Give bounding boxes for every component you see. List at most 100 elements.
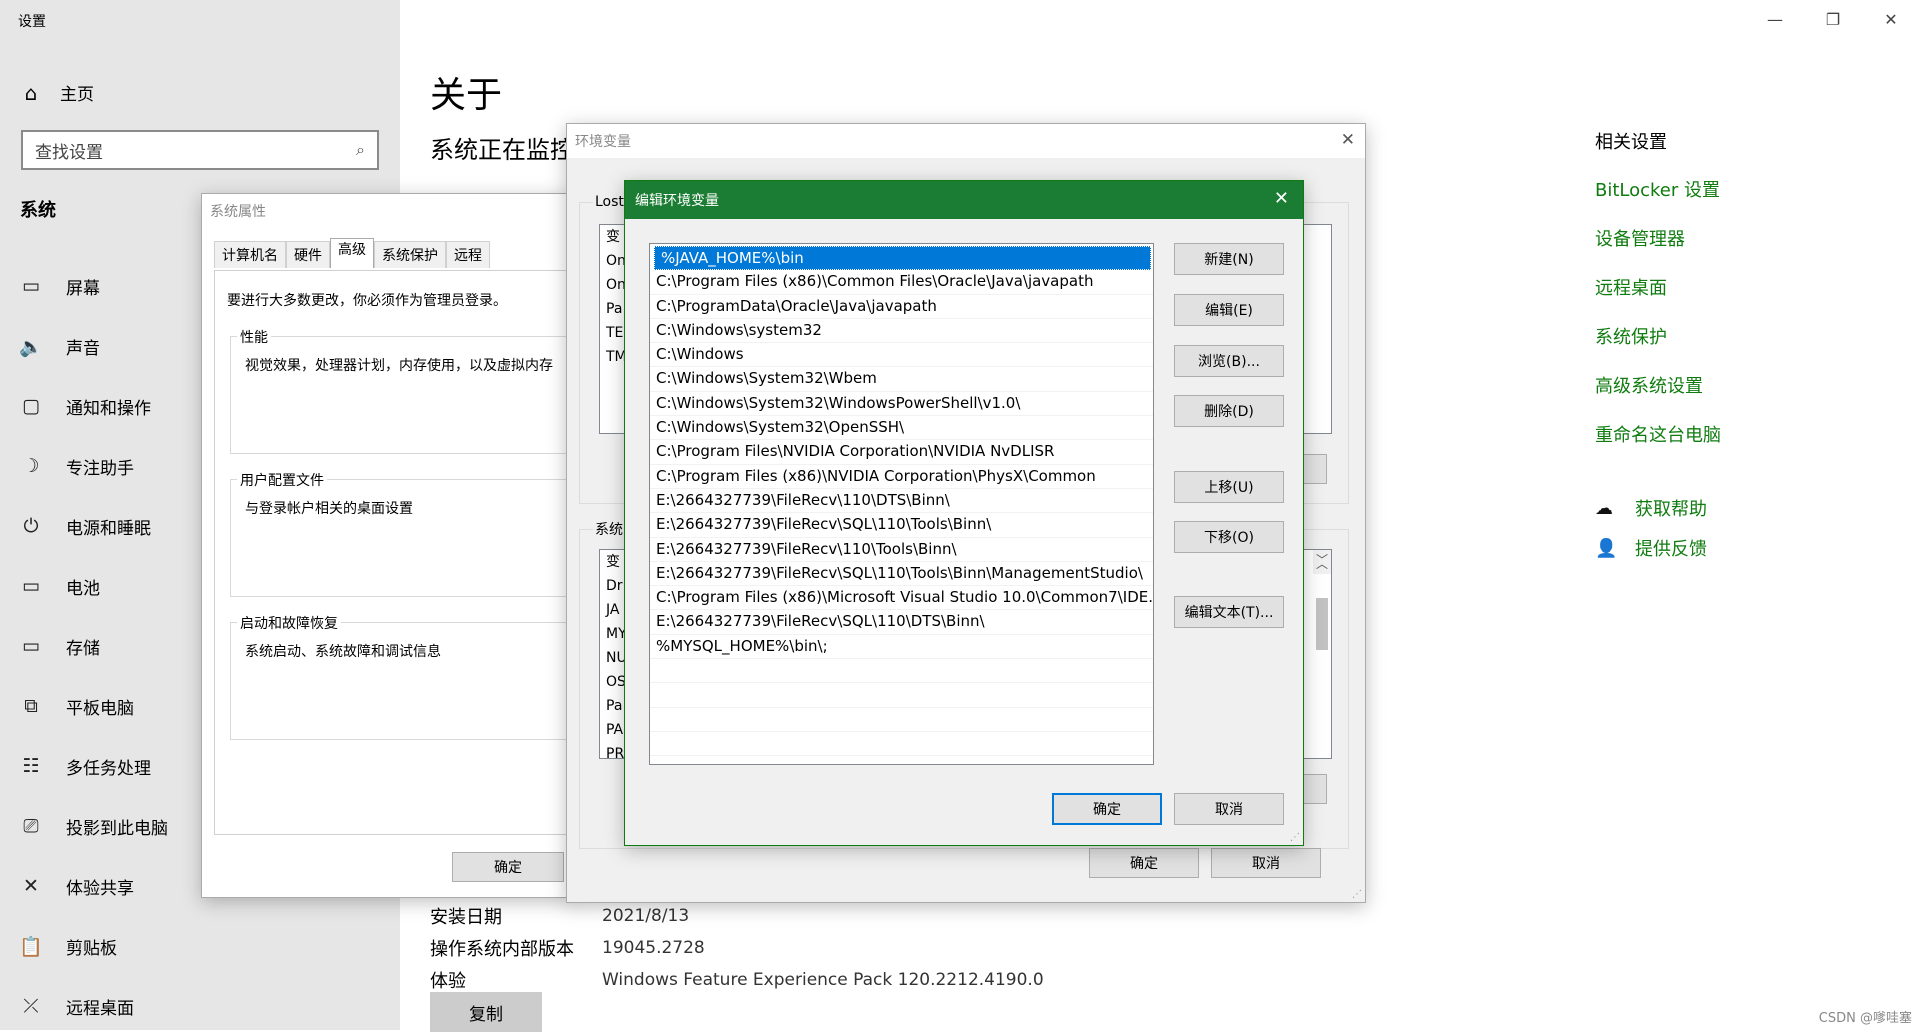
path-row[interactable]: C:\Windows\System32\OpenSSH\: [650, 416, 1153, 441]
minimize-icon[interactable]: —: [1746, 0, 1804, 38]
sidebar-item-label: 投影到此电脑: [66, 818, 168, 839]
related-link[interactable]: 重命名这台电脑: [1595, 409, 1721, 458]
move-up-button[interactable]: 上移(U): [1174, 471, 1284, 503]
copy-button[interactable]: 复制: [430, 992, 542, 1032]
path-row[interactable]: C:\Windows\system32: [650, 319, 1153, 344]
clipboard-icon: 📋: [19, 935, 43, 958]
monitor-text: 系统正在监控: [430, 136, 574, 164]
close-icon[interactable]: ✕: [1341, 130, 1355, 150]
scroll-thumb[interactable]: [1316, 598, 1328, 650]
edit-button[interactable]: 编辑(E): [1174, 294, 1284, 326]
search-input[interactable]: 查找设置 ⌕: [21, 130, 379, 170]
sidebar-item[interactable]: ☽ 专注助手: [18, 436, 168, 496]
sidebar-item[interactable]: ▢ 通知和操作: [18, 376, 168, 436]
path-row[interactable]: C:\Windows\System32\Wbem: [650, 367, 1153, 392]
path-row[interactable]: C:\Program Files (x86)\NVIDIA Corporatio…: [650, 465, 1153, 489]
help-link[interactable]: 👤 提供反馈: [1595, 528, 1707, 568]
window-controls: — ❐ ✕: [1746, 0, 1920, 38]
empty-row[interactable]: [650, 683, 1153, 708]
sidebar-item[interactable]: ▭ 电池: [18, 556, 168, 616]
sidebar-item[interactable]: ⏻ 电源和睡眠: [18, 496, 168, 556]
new-button[interactable]: 新建(N): [1174, 243, 1284, 275]
power-icon: ⏻: [23, 515, 39, 537]
path-row[interactable]: E:\2664327739\FileRecv\110\DTS\Binn\: [650, 489, 1153, 514]
multitask-icon: ☷: [22, 755, 40, 777]
related-link[interactable]: 系统保护: [1595, 311, 1721, 360]
path-row[interactable]: C:\ProgramData\Oracle\Java\javapath: [650, 295, 1153, 319]
group-startup-recovery: 启动和故障恢复 系统启动、系统故障和调试信息: [230, 613, 570, 740]
related-link[interactable]: 高级系统设置: [1595, 360, 1721, 409]
section-label: 系统: [20, 200, 56, 221]
project-icon: ⎚: [23, 815, 39, 837]
path-row[interactable]: %JAVA_HOME%\bin: [654, 246, 1151, 271]
edit-text-button[interactable]: 编辑文本(T)...: [1174, 596, 1284, 628]
path-row[interactable]: C:\Program Files (x86)\Microsoft Visual …: [650, 586, 1153, 611]
path-row[interactable]: E:\2664327739\FileRecv\SQL\110\DTS\Binn\: [650, 610, 1153, 635]
group-desc: 视觉效果，处理器计划，内存使用，以及虚拟内存: [245, 358, 553, 374]
resize-grip-icon[interactable]: ⋰: [1290, 832, 1300, 843]
spec-value: 19045.2728: [602, 938, 705, 958]
ok-button[interactable]: 确定: [452, 852, 564, 882]
sidebar-item[interactable]: ▭ 屏幕: [18, 256, 168, 316]
related-title: 相关设置: [1595, 132, 1667, 153]
related-link[interactable]: BitLocker 设置: [1595, 164, 1721, 213]
related-link[interactable]: 设备管理器: [1595, 213, 1721, 262]
sidebar-item[interactable]: ✕ 体验共享: [18, 856, 168, 916]
cancel-button[interactable]: 取消: [1174, 793, 1284, 825]
empty-row[interactable]: [650, 732, 1153, 757]
resize-grip-icon[interactable]: ⋰: [1352, 889, 1362, 900]
help-link-label: 获取帮助: [1635, 499, 1707, 520]
sidebar-item-home[interactable]: ⌂ 主页: [18, 80, 94, 106]
scroll-down-icon[interactable]: ﹀: [1313, 550, 1331, 572]
cancel-button[interactable]: 取消: [1211, 848, 1321, 878]
sidebar-item[interactable]: ☷ 多任务处理: [18, 736, 168, 796]
scrollbar[interactable]: ︿ ﹀: [1313, 550, 1331, 650]
sidebar-item[interactable]: ⎚ 投影到此电脑: [18, 796, 168, 856]
path-row[interactable]: C:\Windows: [650, 343, 1153, 368]
group-desc: 与登录帐户相关的桌面设置: [245, 501, 413, 517]
sidebar-item-label: 主页: [60, 85, 94, 105]
speaker-icon: 🔈: [19, 335, 43, 358]
sidebar-item[interactable]: 🔈 声音: [18, 316, 168, 376]
sidebar-item-label: 体验共享: [66, 878, 134, 899]
tab[interactable]: 硬件: [286, 241, 330, 268]
path-row[interactable]: E:\2664327739\FileRecv\110\Tools\Binn\: [650, 538, 1153, 562]
ok-button[interactable]: 确定: [1089, 848, 1199, 878]
browse-button[interactable]: 浏览(B)...: [1174, 345, 1284, 377]
ok-button[interactable]: 确定: [1052, 793, 1162, 825]
tab[interactable]: 系统保护: [374, 241, 446, 268]
close-icon[interactable]: ✕: [1862, 0, 1920, 38]
move-down-button[interactable]: 下移(O): [1174, 521, 1284, 553]
sidebar-item[interactable]: ⧉ 平板电脑: [18, 676, 168, 736]
path-row[interactable]: C:\Windows\System32\WindowsPowerShell\v1…: [650, 392, 1153, 417]
app-title: 设置: [18, 14, 46, 30]
spec-row: 安装日期 2021/8/13: [430, 900, 1044, 932]
path-row[interactable]: E:\2664327739\FileRecv\SQL\110\Tools\Bin…: [650, 513, 1153, 538]
sidebar-item[interactable]: ▭ 存储: [18, 616, 168, 676]
sidebar-item[interactable]: 📋 剪贴板: [18, 916, 168, 976]
close-icon[interactable]: ✕: [1274, 188, 1289, 209]
path-row[interactable]: C:\Program Files (x86)\Common Files\Orac…: [650, 270, 1153, 295]
path-list[interactable]: %JAVA_HOME%\bin C:\Program Files (x86)\Co…: [649, 243, 1154, 765]
battery-icon: ▭: [22, 575, 40, 597]
tab[interactable]: 远程: [446, 241, 490, 268]
tab-strip: 计算机名 硬件 高级 系统保护 远程: [214, 238, 490, 268]
related-link[interactable]: 远程桌面: [1595, 262, 1721, 311]
path-row[interactable]: %MYSQL_HOME%\bin\;: [650, 635, 1153, 660]
empty-row[interactable]: [650, 708, 1153, 732]
spec-key: 体验: [430, 971, 466, 992]
tab[interactable]: 高级: [330, 238, 374, 268]
path-row[interactable]: E:\2664327739\FileRecv\SQL\110\Tools\Bin…: [650, 562, 1153, 587]
delete-button[interactable]: 删除(D): [1174, 395, 1284, 427]
tab[interactable]: 计算机名: [214, 241, 286, 268]
help-icon: ☁: [1595, 497, 1613, 519]
search-icon: ⌕: [356, 140, 365, 159]
path-row[interactable]: C:\Program Files\NVIDIA Corporation\NVID…: [650, 440, 1153, 465]
empty-row[interactable]: [650, 659, 1153, 684]
sidebar-item[interactable]: ⤫ 远程桌面: [18, 976, 168, 1036]
help-link[interactable]: ☁ 获取帮助: [1595, 488, 1707, 528]
restore-icon[interactable]: ❐: [1804, 0, 1862, 38]
group-legend: 性能: [237, 327, 271, 347]
spec-rows: 安装日期 2021/8/13 操作系统内部版本 19045.2728 体验 Windows…: [430, 900, 1044, 996]
sidebar-item-label: 平板电脑: [66, 698, 134, 719]
